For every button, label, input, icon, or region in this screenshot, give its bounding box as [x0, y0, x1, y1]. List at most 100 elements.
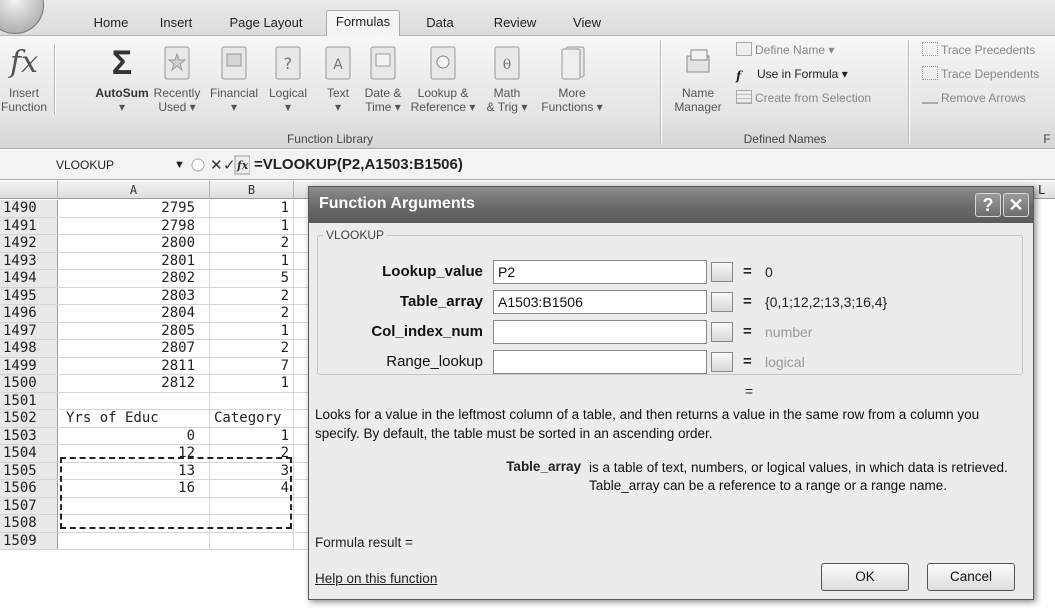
row-number[interactable]: 1505	[0, 462, 58, 479]
lookup-value-input[interactable]: P2	[493, 260, 707, 284]
formula-input[interactable]: =VLOOKUP(P2,A1503:B1506)	[254, 154, 463, 176]
cell-column-b[interactable]: 7	[210, 357, 294, 374]
row-number[interactable]: 1501	[0, 392, 58, 409]
cell-column-a[interactable]: 0	[58, 427, 210, 444]
cell-column-b[interactable]: 1	[210, 322, 294, 339]
more-functions-button[interactable]: More Functions ▾	[540, 44, 604, 114]
office-button[interactable]	[0, 0, 44, 34]
row-number[interactable]: 1507	[0, 497, 58, 514]
column-header-a[interactable]: A	[58, 181, 210, 199]
cell-column-b[interactable]	[210, 497, 294, 514]
row-number[interactable]: 1509	[0, 532, 58, 549]
row-number[interactable]: 1499	[0, 357, 58, 374]
trace-precedents-button[interactable]: Trace Precedents	[922, 40, 1035, 60]
cell-column-a[interactable]: 16	[58, 480, 210, 497]
dialog-titlebar[interactable]: Function Arguments ? ✕	[309, 187, 1033, 223]
tab-page-layout[interactable]: Page Layout	[222, 12, 310, 36]
name-box[interactable]: VLOOKUP	[56, 154, 176, 176]
create-from-selection-button[interactable]: Create from Selection	[736, 88, 871, 108]
cell-column-b[interactable]: 1	[210, 427, 294, 444]
cell-column-a[interactable]: 2798	[58, 217, 210, 234]
trace-dependents-button[interactable]: Trace Dependents	[922, 64, 1039, 84]
cell-column-a[interactable]: 2812	[58, 375, 210, 392]
row-number[interactable]: 1494	[0, 270, 58, 287]
row-number[interactable]: 1502	[0, 410, 58, 427]
table-array-input[interactable]: A1503:B1506	[493, 290, 707, 314]
row-number[interactable]: 1497	[0, 322, 58, 339]
cell-column-b[interactable]	[210, 392, 294, 409]
tab-insert[interactable]: Insert	[150, 12, 202, 36]
recently-used-button[interactable]: Recently Used ▾	[148, 44, 206, 114]
cell-column-a[interactable]: 2795	[58, 200, 210, 217]
name-manager-button[interactable]: Name Manager	[672, 44, 724, 114]
cell-column-b[interactable]	[210, 515, 294, 532]
cell-column-a[interactable]: 2804	[58, 305, 210, 322]
row-number[interactable]: 1503	[0, 427, 58, 444]
use-in-formula-button[interactable]: f Use in Formula ▾	[736, 64, 848, 84]
row-number[interactable]: 1491	[0, 217, 58, 234]
cell-column-b[interactable]: 4	[210, 480, 294, 497]
cell-column-b[interactable]: 2	[210, 235, 294, 252]
cell-column-b[interactable]: 1	[210, 217, 294, 234]
collapse-dialog-icon[interactable]	[711, 322, 733, 342]
cell-column-a[interactable]: 2807	[58, 340, 210, 357]
cell-column-a[interactable]: 2811	[58, 357, 210, 374]
help-on-function-link[interactable]: Help on this function	[315, 571, 437, 586]
column-header-l[interactable]: L	[1038, 181, 1055, 199]
cell-column-b[interactable]: 1	[210, 375, 294, 392]
row-number[interactable]: 1506	[0, 480, 58, 497]
cell-column-a[interactable]: 2801	[58, 252, 210, 269]
cancel-button[interactable]: Cancel	[927, 563, 1015, 591]
range-lookup-input[interactable]	[493, 350, 707, 374]
ok-button[interactable]: OK	[821, 563, 909, 591]
cell-column-a[interactable]: 13	[58, 462, 210, 479]
tab-review[interactable]: Review	[486, 12, 544, 36]
cell-column-a[interactable]: 2802	[58, 270, 210, 287]
column-header-b[interactable]: B	[210, 181, 294, 199]
cell-column-a[interactable]	[58, 532, 210, 549]
define-name-button[interactable]: Define Name ▾	[736, 40, 834, 60]
tab-view[interactable]: View	[565, 12, 609, 36]
tab-home[interactable]: Home	[86, 12, 136, 36]
cell-column-b[interactable]: 2	[210, 305, 294, 322]
text-functions-button[interactable]: A Text ▾	[316, 44, 360, 114]
chevron-down-icon[interactable]: ▼	[174, 154, 185, 176]
lookup-reference-button[interactable]: Lookup & Reference ▾	[410, 44, 476, 114]
cell-column-b[interactable]	[210, 532, 294, 549]
col-index-num-input[interactable]	[493, 320, 707, 344]
tab-formulas[interactable]: Formulas	[326, 10, 400, 37]
cell-column-a[interactable]: Yrs of Educ	[58, 410, 210, 427]
row-number[interactable]: 1504	[0, 445, 58, 462]
logical-button[interactable]: ? Logical ▾	[262, 44, 314, 114]
help-button[interactable]: ?	[975, 193, 1001, 217]
date-time-button[interactable]: Date & Time ▾	[356, 44, 410, 114]
close-button[interactable]: ✕	[1003, 193, 1029, 217]
cell-column-a[interactable]: 2800	[58, 235, 210, 252]
row-number[interactable]: 1500	[0, 375, 58, 392]
cell-column-a[interactable]	[58, 497, 210, 514]
cell-column-b[interactable]: 1	[210, 200, 294, 217]
remove-arrows-button[interactable]: Remove Arrows	[922, 88, 1026, 108]
cell-column-b[interactable]: Category	[210, 410, 294, 427]
collapse-dialog-icon[interactable]	[711, 352, 733, 372]
cell-column-a[interactable]: 2805	[58, 322, 210, 339]
cell-column-b[interactable]: 3	[210, 462, 294, 479]
math-trig-button[interactable]: θ Math & Trig ▾	[478, 44, 536, 114]
collapse-dialog-icon[interactable]	[711, 262, 733, 282]
cell-column-a[interactable]	[58, 515, 210, 532]
collapse-dialog-icon[interactable]	[711, 292, 733, 312]
row-number[interactable]: 1495	[0, 287, 58, 304]
insert-function-button[interactable]: fx Insert Function	[0, 44, 48, 114]
row-number[interactable]: 1498	[0, 340, 58, 357]
row-number[interactable]: 1508	[0, 515, 58, 532]
cell-column-a[interactable]: 2803	[58, 287, 210, 304]
cell-column-b[interactable]: 2	[210, 340, 294, 357]
autosum-button[interactable]: Σ AutoSum ▾	[92, 44, 152, 114]
cell-column-b[interactable]: 5	[210, 270, 294, 287]
row-number[interactable]: 1492	[0, 235, 58, 252]
cell-column-b[interactable]: 1	[210, 252, 294, 269]
cell-column-b[interactable]: 2	[210, 445, 294, 462]
row-number[interactable]: 1496	[0, 305, 58, 322]
row-number[interactable]: 1490	[0, 200, 58, 217]
cell-column-a[interactable]	[58, 392, 210, 409]
